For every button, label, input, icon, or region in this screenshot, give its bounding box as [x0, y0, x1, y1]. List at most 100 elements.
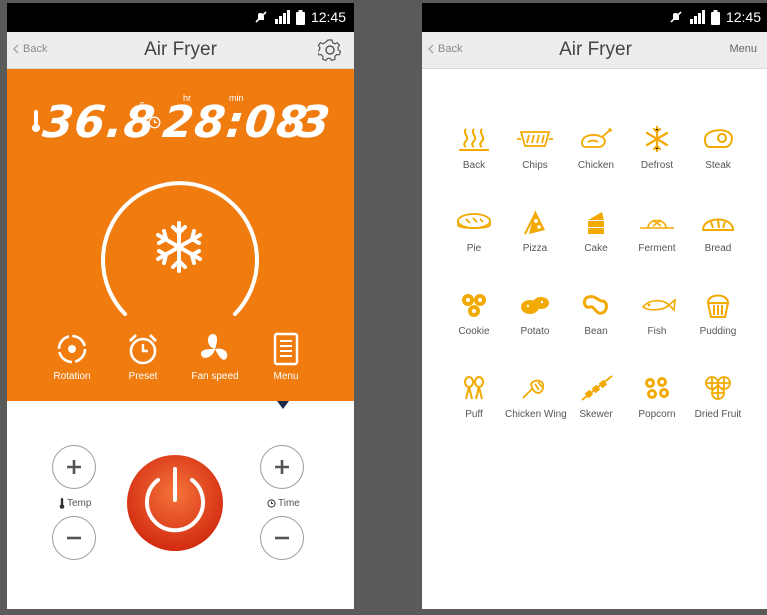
readout-display: 36.8 c hr min 28:08 3	[7, 91, 354, 151]
menu-item-label: Chips	[522, 160, 548, 171]
chevron-left-icon	[428, 44, 434, 54]
ferment-icon	[640, 219, 674, 229]
preset-button[interactable]: Preset	[108, 331, 178, 382]
air-fryer-menu-screen: 12:45 Back Air Fryer Menu Back Chips Chi…	[422, 3, 767, 609]
menu-row: Cookie Potato Bean Fish Pudding	[444, 291, 748, 374]
menu-item-puff[interactable]: Puff	[444, 374, 504, 457]
selected-mode-indicator	[277, 401, 289, 409]
cake-icon	[588, 212, 604, 234]
menu-item-cake[interactable]: Cake	[566, 208, 626, 291]
menu-item-pudding[interactable]: Pudding	[688, 291, 748, 374]
chevron-left-icon	[13, 44, 19, 54]
back-button[interactable]: Back	[13, 43, 47, 55]
status-time: 12:45	[310, 9, 346, 25]
temp-increase-button[interactable]	[52, 445, 96, 489]
menu-item-label: Chicken	[577, 160, 615, 171]
menu-item-chicken-wing[interactable]: Chicken Wing	[505, 374, 567, 457]
clock-icon	[267, 499, 276, 508]
menu-item-label: Popcorn	[638, 409, 676, 420]
gear-icon[interactable]	[318, 38, 342, 62]
pie-icon	[457, 213, 491, 229]
menu-item-label: Pizza	[522, 243, 548, 254]
signal-icon	[274, 10, 290, 24]
signal-icon	[689, 10, 705, 24]
menu-item-chips[interactable]: Chips	[505, 125, 565, 208]
battery-icon	[295, 9, 305, 25]
menu-item-back[interactable]: Back	[444, 125, 504, 208]
minus-icon	[275, 536, 289, 540]
puff-icon	[464, 376, 484, 400]
menu-item-dried-fruit[interactable]: Dried Fruit	[688, 374, 748, 457]
menu-item-pie[interactable]: Pie	[444, 208, 504, 291]
fan-level-readout: 3	[296, 97, 334, 148]
fan-icon	[281, 115, 292, 126]
mute-icon	[670, 11, 682, 23]
steak-icon	[703, 129, 733, 148]
temperature-unit: c	[140, 99, 145, 109]
popcorn-icon	[645, 377, 669, 399]
rotation-button[interactable]: Rotation	[37, 331, 107, 382]
menu-item-cookie[interactable]: Cookie	[444, 291, 504, 374]
menu-button[interactable]: Menu	[251, 331, 321, 382]
heat-waves-icon	[459, 128, 489, 151]
cookie-icon	[462, 294, 486, 317]
app-header: Back Air Fryer	[7, 32, 354, 69]
menu-row: Pie Pizza Cake Ferment Bread	[444, 208, 748, 291]
battery-icon	[710, 9, 720, 25]
dried-fruit-icon	[705, 376, 731, 400]
menu-item-chicken[interactable]: Chicken	[566, 125, 626, 208]
status-bar: 12:45	[7, 3, 354, 32]
menu-item-fish[interactable]: Fish	[627, 291, 687, 374]
menu-item-label: Puff	[465, 409, 483, 420]
menu-item-bread[interactable]: Bread	[688, 208, 748, 291]
fan-speed-label: Fan speed	[191, 371, 239, 382]
plus-icon	[67, 460, 81, 474]
back-label: Back	[23, 43, 48, 55]
snowflake-icon	[156, 221, 202, 273]
time-increase-button[interactable]	[260, 445, 304, 489]
menu-item-label: Steak	[705, 160, 731, 171]
temp-label-group: Temp	[59, 498, 91, 509]
menu-item-steak[interactable]: Steak	[688, 125, 748, 208]
menu-item-defrost[interactable]: Defrost	[627, 125, 687, 208]
menu-item-label: Cake	[584, 243, 608, 254]
app-header: Back Air Fryer Menu	[422, 32, 767, 69]
page-title: Air Fryer	[559, 39, 632, 60]
chicken-icon	[581, 127, 613, 148]
power-button[interactable]	[125, 453, 225, 553]
menu-item-ferment[interactable]: Ferment	[627, 208, 687, 291]
thermometer-icon	[32, 110, 40, 132]
menu-item-label: Skewer	[579, 409, 613, 420]
menu-item-label: Cookie	[458, 326, 490, 337]
back-button[interactable]: Back	[428, 43, 462, 55]
menu-item-label: Ferment	[638, 243, 676, 254]
menu-item-potato[interactable]: Potato	[505, 291, 565, 374]
air-fryer-control-screen: 12:45 Back Air Fryer 36.8 c hr min 28:08…	[7, 3, 354, 609]
menu-item-label: Fish	[647, 326, 667, 337]
menu-item-bean[interactable]: Bean	[566, 291, 626, 374]
skewer-icon	[581, 375, 613, 401]
menu-item-pizza[interactable]: Pizza	[505, 208, 565, 291]
plus-icon	[275, 460, 289, 474]
menu-item-label: Chicken Wing	[505, 409, 567, 420]
time-decrease-button[interactable]	[260, 516, 304, 560]
bread-icon	[701, 218, 735, 231]
menu-row: Back Chips Chicken Defrost Steak	[444, 125, 748, 208]
status-bar: 12:45	[422, 3, 767, 32]
menu-row: Puff Chicken Wing Skewer Popcorn Dried F…	[444, 374, 748, 457]
temp-decrease-button[interactable]	[52, 516, 96, 560]
fan-icon	[201, 334, 228, 360]
menu-item-skewer[interactable]: Skewer	[566, 374, 626, 457]
menu-label: Menu	[273, 371, 299, 382]
fan-speed-button[interactable]: Fan speed	[180, 331, 250, 382]
alarm-clock-icon	[129, 334, 157, 365]
menu-item-label: Bread	[704, 243, 732, 254]
menu-item-popcorn[interactable]: Popcorn	[627, 374, 687, 457]
chicken-wing-icon	[522, 379, 545, 399]
snowflake-icon	[645, 125, 669, 153]
menu-button[interactable]: Menu	[729, 43, 757, 55]
thermometer-icon	[59, 498, 65, 509]
status-time: 12:45	[725, 9, 761, 25]
mute-icon	[255, 11, 267, 23]
preset-label: Preset	[128, 371, 158, 382]
